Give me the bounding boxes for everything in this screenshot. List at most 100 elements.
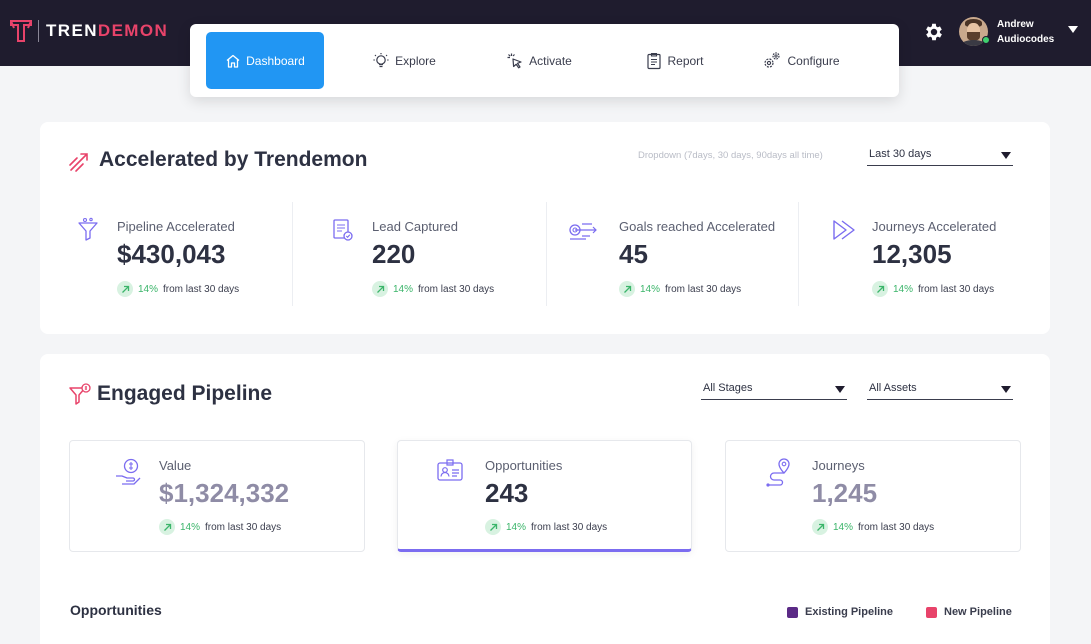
trend-text: from last 30 days (665, 283, 742, 295)
legend-existing-pipeline[interactable]: Existing Pipeline (787, 606, 893, 618)
nav-configure[interactable]: Configure (756, 32, 846, 89)
stat-divider (292, 202, 293, 306)
trend-percent: 14% (506, 521, 527, 533)
trend-up-arrow-icon (372, 281, 388, 297)
pipeline-opportunities-card[interactable]: Opportunities 243 14% from last 30 days (397, 440, 692, 552)
online-status-indicator (982, 36, 990, 44)
opportunities-chart-title: Opportunities (70, 602, 162, 618)
nav-activate[interactable]: Activate (494, 32, 584, 89)
trend-text: from last 30 days (858, 521, 935, 533)
trend-percent: 14% (833, 521, 854, 533)
stat-value: $430,043 (117, 239, 226, 269)
user-menu-chevron-down-icon[interactable] (1068, 26, 1078, 33)
trend-up-arrow-icon (872, 281, 888, 297)
trend-indicator: 14% from last 30 days (372, 281, 494, 297)
nav-report[interactable]: Report (638, 32, 712, 89)
stages-filter-dropdown[interactable]: All Stages (701, 380, 847, 400)
trend-indicator: 14% from last 30 days (485, 519, 607, 535)
main-nav: Dashboard Explore Activate Report Config… (190, 24, 899, 97)
stat-label: Lead Captured (372, 219, 459, 234)
id-card-icon (437, 459, 463, 481)
trend-indicator: 14% from last 30 days (159, 519, 281, 535)
chevron-down-icon (835, 386, 845, 393)
form-check-icon (333, 219, 353, 241)
trend-text: from last 30 days (918, 283, 995, 295)
pipeline-journeys-label: Journeys (812, 458, 865, 473)
nav-dashboard-label: Dashboard (246, 53, 305, 68)
period-dropdown-hint: Dropdown (7days, 30 days, 90days all tim… (638, 150, 823, 161)
chevron-down-icon (1001, 386, 1011, 393)
trend-up-arrow-icon (159, 519, 175, 535)
legend-label: New Pipeline (944, 606, 1012, 618)
brand-logo[interactable]: TRENDEMON (10, 19, 168, 43)
nav-dashboard[interactable]: Dashboard (206, 32, 324, 89)
lightbulb-icon (373, 52, 389, 67)
accelerated-card: Accelerated by Trendemon Dropdown (7days… (40, 122, 1050, 334)
pipeline-journeys-count: 1,245 (812, 478, 878, 508)
legend-swatch (787, 606, 798, 618)
nav-explore-label: Explore (395, 53, 436, 68)
assets-filter-dropdown[interactable]: All Assets (867, 380, 1013, 400)
target-speed-icon (569, 223, 597, 240)
pipeline-value-card[interactable]: Value $1,324,332 14% from last 30 days (69, 440, 365, 552)
trend-percent: 14% (180, 521, 201, 533)
clipboard-icon (647, 52, 662, 69)
assets-filter-value: All Assets (869, 382, 917, 394)
home-icon (226, 54, 240, 68)
acceleration-icon (69, 153, 88, 172)
stat-divider (546, 202, 547, 306)
trend-text: from last 30 days (163, 283, 240, 295)
stat-goals-reached: Goals reached Accelerated 45 14% from la… (568, 202, 798, 306)
stat-journeys-accelerated: Journeys Accelerated 12,305 14% from las… (832, 202, 1032, 306)
trend-percent: 14% (640, 283, 661, 295)
pipeline-value-amount: $1,324,332 (159, 478, 290, 508)
logo-divider (38, 20, 39, 42)
period-dropdown[interactable]: Last 30 days (867, 146, 1013, 166)
stat-value: 220 (372, 239, 416, 269)
trend-up-arrow-icon (812, 519, 828, 535)
stages-filter-value: All Stages (703, 382, 753, 394)
stat-value: 45 (619, 239, 648, 269)
nav-explore[interactable]: Explore (362, 32, 446, 89)
trend-indicator: 14% from last 30 days (872, 281, 994, 297)
funnel-dollar-icon (69, 383, 91, 405)
pipeline-opportunities-count: 243 (485, 478, 529, 508)
pipeline-value-label: Value (159, 458, 192, 473)
gear-icon (926, 23, 942, 41)
stat-pipeline-accelerated: Pipeline Accelerated $430,043 14% from l… (77, 202, 292, 306)
legend-label: Existing Pipeline (805, 606, 894, 618)
user-name[interactable]: Andrew Audiocodes (997, 17, 1054, 47)
route-pin-icon (766, 458, 790, 487)
nav-configure-label: Configure (787, 53, 840, 68)
trend-percent: 14% (393, 283, 414, 295)
trend-up-arrow-icon (619, 281, 635, 297)
stat-value: 12,305 (872, 239, 952, 269)
funnel-icon (78, 217, 98, 241)
money-hand-icon (116, 458, 141, 485)
trend-text: from last 30 days (205, 521, 282, 533)
trend-text: from last 30 days (531, 521, 608, 533)
trendemon-logo-icon (10, 20, 32, 42)
fast-forward-icon (833, 220, 855, 240)
chevron-down-icon (1001, 152, 1011, 159)
cursor-click-icon (507, 53, 522, 68)
trend-indicator: 14% from last 30 days (117, 281, 239, 297)
legend-swatch (926, 606, 937, 618)
trend-percent: 14% (893, 283, 914, 295)
stat-label: Pipeline Accelerated (117, 219, 235, 234)
stat-lead-captured: Lead Captured 220 14% from last 30 days (332, 202, 547, 306)
trend-up-arrow-icon (117, 281, 133, 297)
nav-activate-label: Activate (529, 53, 572, 68)
brand-name: TRENDEMON (46, 21, 169, 40)
engaged-pipeline-title: Engaged Pipeline (97, 382, 273, 405)
accelerated-title: Accelerated by Trendemon (99, 148, 368, 171)
trend-percent: 14% (138, 283, 159, 295)
period-dropdown-value: Last 30 days (869, 148, 932, 160)
settings-button[interactable] (923, 21, 945, 43)
legend-new-pipeline[interactable]: New Pipeline (926, 606, 1012, 618)
pipeline-journeys-card[interactable]: Journeys 1,245 14% from last 30 days (725, 440, 1021, 552)
trend-up-arrow-icon (485, 519, 501, 535)
nav-report-label: Report (667, 53, 704, 68)
trend-indicator: 14% from last 30 days (812, 519, 934, 535)
gears-icon (764, 51, 781, 68)
